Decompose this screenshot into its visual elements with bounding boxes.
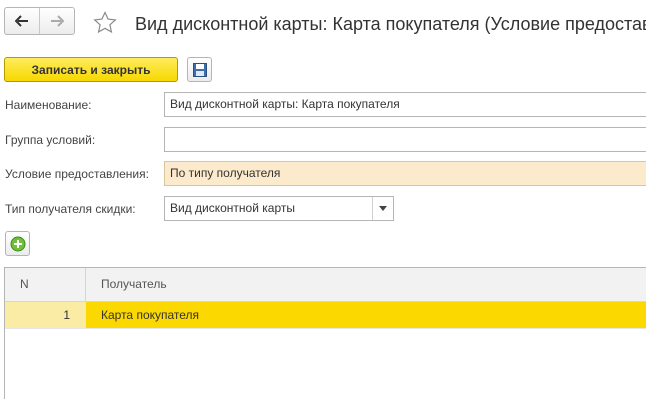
arrow-right-icon <box>51 15 64 27</box>
recipients-table: N Получатель 1 Карта покупателя <box>4 267 646 399</box>
condition-field[interactable]: По типу получателя <box>164 161 646 186</box>
name-field[interactable]: Вид дисконтной карты: Карта покупателя <box>164 92 646 117</box>
table-header: N Получатель <box>5 268 646 302</box>
dropdown-button[interactable] <box>372 197 393 220</box>
group-label: Группа условий: <box>5 133 96 147</box>
add-row-button[interactable] <box>5 231 30 256</box>
table-row[interactable]: 1 Карта покупателя <box>5 302 646 329</box>
navigation-buttons <box>4 7 75 35</box>
recipient-type-select[interactable]: Вид дисконтной карты <box>164 196 394 221</box>
save-button[interactable] <box>187 57 212 82</box>
star-icon <box>93 11 117 34</box>
column-header-n[interactable]: N <box>5 268 86 301</box>
favorite-button[interactable] <box>93 11 117 37</box>
condition-label: Условие предоставления: <box>5 167 149 181</box>
page-title: Вид дисконтной карты: Карта покупателя (… <box>135 14 646 34</box>
row-number-cell[interactable]: 1 <box>5 302 86 328</box>
back-button[interactable] <box>5 8 39 34</box>
recipient-cell[interactable]: Карта покупателя <box>86 302 646 328</box>
column-header-recipient[interactable]: Получатель <box>86 268 167 301</box>
arrow-left-icon <box>15 15 28 27</box>
recipient-type-label: Тип получателя скидки: <box>5 202 136 216</box>
recipient-type-value: Вид дисконтной карты <box>170 201 295 215</box>
plus-circle-icon <box>10 236 25 251</box>
forward-button[interactable] <box>39 8 74 34</box>
name-label: Наименование: <box>5 98 92 112</box>
save-and-close-button[interactable]: Записать и закрыть <box>4 57 178 82</box>
form-window: Вид дисконтной карты: Карта покупателя (… <box>0 0 646 399</box>
chevron-down-icon <box>379 206 387 211</box>
group-field[interactable] <box>164 127 646 152</box>
floppy-disk-icon <box>192 62 207 77</box>
